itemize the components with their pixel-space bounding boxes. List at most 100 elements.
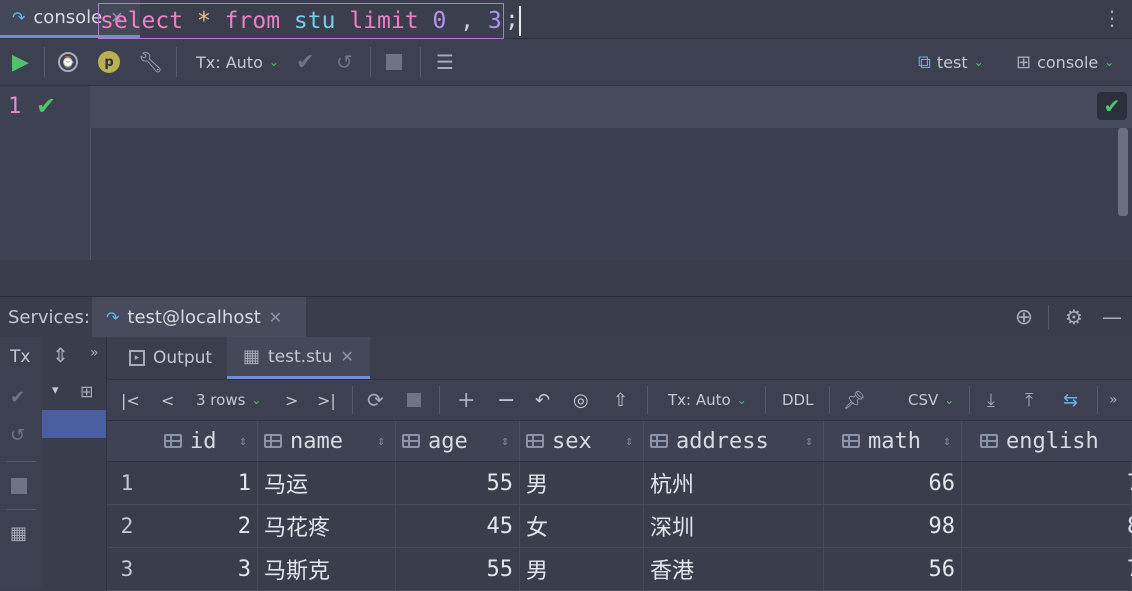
table-header-row: id ⇕ name ⇕ age ⇕ sex ⇕ address ⇕ math ⇕ engli… bbox=[107, 421, 1132, 462]
run-button[interactable]: ▶ bbox=[12, 39, 29, 85]
revert-icon[interactable]: ↶ bbox=[535, 380, 550, 420]
delete-row-icon[interactable]: − bbox=[497, 380, 515, 420]
history-button[interactable]: ⌚ bbox=[58, 39, 78, 85]
sort-icon[interactable]: ⇕ bbox=[501, 434, 509, 449]
stop-icon[interactable] bbox=[11, 478, 27, 494]
sort-icon[interactable]: ⇕ bbox=[943, 434, 951, 449]
datasource-icon: ⧉ bbox=[918, 51, 931, 73]
cell-address[interactable]: 深圳 bbox=[644, 505, 824, 547]
service-tab-label: test@localhost bbox=[127, 306, 261, 328]
sort-icon[interactable]: ⇕ bbox=[805, 434, 813, 449]
cell-id[interactable]: 1 bbox=[147, 462, 258, 504]
tx-short-label: Tx bbox=[10, 347, 31, 367]
output-layout-button[interactable]: ☰ bbox=[436, 39, 454, 85]
service-tab[interactable]: ↷ test@localhost ✕ bbox=[92, 297, 306, 337]
cell-sex[interactable]: 女 bbox=[520, 505, 644, 547]
cell-english[interactable]: 77 bbox=[962, 548, 1132, 590]
tx-mode-dropdown[interactable]: Tx: Auto ⌄ bbox=[668, 380, 747, 420]
rollback-icon[interactable]: ↺ bbox=[10, 425, 25, 446]
export-format-dropdown[interactable]: CSV ⌄ bbox=[908, 380, 954, 420]
commit-icon[interactable]: ✔ bbox=[10, 387, 25, 408]
cell-name[interactable]: 马运 bbox=[258, 462, 396, 504]
tx-dropdown[interactable]: Tx bbox=[10, 347, 30, 367]
result-grid[interactable]: id ⇕ name ⇕ age ⇕ sex ⇕ address ⇕ math ⇕ engli… bbox=[107, 421, 1132, 591]
sql-token: from bbox=[224, 8, 281, 34]
minimize-icon[interactable]: — bbox=[1100, 305, 1124, 329]
crosshair-icon[interactable]: ⊕ bbox=[1012, 305, 1036, 330]
last-page-icon[interactable]: >| bbox=[317, 380, 336, 420]
tab-output[interactable]: ▸ Output bbox=[129, 337, 212, 379]
cell-sex[interactable]: 男 bbox=[520, 462, 644, 504]
session-dropdown[interactable]: ⊞ console ⌄ bbox=[1016, 39, 1114, 85]
close-icon[interactable]: ✕ bbox=[269, 308, 282, 327]
cell-english[interactable]: 87 bbox=[962, 505, 1132, 547]
gear-icon[interactable]: ⚙ bbox=[1062, 305, 1086, 329]
column-header[interactable]: english bbox=[974, 421, 1132, 461]
toolbar-separator bbox=[439, 386, 440, 414]
cell-sex[interactable]: 男 bbox=[520, 548, 644, 590]
editor-scrollbar[interactable] bbox=[1118, 128, 1128, 216]
cell-age[interactable]: 55 bbox=[396, 462, 520, 504]
cell-math[interactable]: 66 bbox=[824, 462, 962, 504]
cell-age[interactable]: 55 bbox=[396, 548, 520, 590]
cell-name[interactable]: 马斯克 bbox=[258, 548, 396, 590]
expand-more-icon[interactable]: » bbox=[1109, 380, 1118, 420]
cell-id[interactable]: 3 bbox=[147, 548, 258, 590]
sort-icon[interactable]: ⇕ bbox=[625, 434, 633, 449]
inspection-ok-icon[interactable]: ✔ bbox=[1097, 92, 1127, 120]
first-page-icon[interactable]: |< bbox=[121, 380, 140, 420]
add-row-icon[interactable]: + bbox=[457, 380, 475, 420]
collapse-all-icon[interactable]: ⇕ bbox=[52, 343, 69, 367]
compare-icon[interactable]: ⇆ bbox=[1063, 380, 1078, 420]
session-node-icon[interactable]: ⊞ bbox=[80, 382, 93, 401]
sort-icon[interactable]: ⇕ bbox=[377, 434, 385, 449]
submit-icon[interactable]: ⇧ bbox=[613, 380, 628, 420]
cell-english[interactable]: 78 bbox=[962, 462, 1132, 504]
cell-age[interactable]: 45 bbox=[396, 505, 520, 547]
table-row[interactable]: 1 1 马运 55 男 杭州 66 78 bbox=[107, 462, 1132, 505]
column-header-label: math bbox=[868, 428, 921, 454]
cell-name[interactable]: 马花疼 bbox=[258, 505, 396, 547]
sort-icon[interactable]: ⇕ bbox=[239, 434, 247, 449]
explain-plan-button[interactable]: p bbox=[98, 39, 120, 85]
rows-dropdown[interactable]: 3 rows ⌄ bbox=[196, 380, 261, 420]
rollback-button[interactable]: ↺ bbox=[336, 39, 353, 85]
column-header[interactable]: name ⇕ bbox=[258, 421, 396, 461]
next-page-icon[interactable]: > bbox=[285, 380, 298, 420]
more-options-icon[interactable]: ⋮ bbox=[1102, 8, 1122, 28]
pin-icon[interactable]: 📌︎ bbox=[843, 380, 866, 420]
rows-label: 3 rows bbox=[196, 391, 246, 409]
sql-statement[interactable]: select * from stu limit 0 , 3 bbox=[98, 3, 504, 39]
table-row[interactable]: 2 2 马花疼 45 女 深圳 98 87 bbox=[107, 505, 1132, 548]
tx-mode-dropdown[interactable]: Tx: Auto ⌄ bbox=[196, 39, 279, 85]
table-row[interactable]: 3 3 马斯克 55 男 香港 56 77 bbox=[107, 548, 1132, 591]
column-header[interactable]: sex ⇕ bbox=[520, 421, 644, 461]
download-icon[interactable]: ⤓ bbox=[987, 380, 995, 420]
ddl-button[interactable]: DDL bbox=[782, 380, 813, 420]
cell-address[interactable]: 杭州 bbox=[644, 462, 824, 504]
datasource-dropdown[interactable]: ⧉ test ⌄ bbox=[918, 39, 984, 85]
view-changes-icon[interactable]: ◎ bbox=[573, 380, 589, 420]
column-header[interactable]: id ⇕ bbox=[158, 421, 258, 461]
settings-button[interactable]: 🔧︎ bbox=[138, 39, 163, 85]
cell-math[interactable]: 56 bbox=[824, 548, 962, 590]
chevron-down-icon[interactable]: ▾ bbox=[52, 383, 59, 398]
commit-button[interactable]: ✔ bbox=[296, 39, 314, 85]
layout-icon[interactable]: ▦ bbox=[10, 523, 27, 544]
expand-more-icon[interactable]: » bbox=[90, 345, 99, 361]
sql-editor[interactable]: 1 ✔ bbox=[0, 86, 1132, 260]
refresh-icon[interactable]: ⟳ bbox=[367, 380, 384, 420]
cell-math[interactable]: 98 bbox=[824, 505, 962, 547]
stop-button[interactable] bbox=[386, 39, 402, 85]
cell-address[interactable]: 香港 bbox=[644, 548, 824, 590]
upload-icon[interactable]: ⤒ bbox=[1025, 380, 1033, 420]
cell-id[interactable]: 2 bbox=[147, 505, 258, 547]
column-header[interactable]: age ⇕ bbox=[396, 421, 520, 461]
column-header[interactable]: address ⇕ bbox=[644, 421, 824, 461]
stop-button[interactable] bbox=[407, 380, 421, 420]
close-icon[interactable]: ✕ bbox=[340, 347, 353, 366]
tab-table-result[interactable]: ▦ test.stu ✕ bbox=[227, 337, 370, 379]
previous-page-icon[interactable]: < bbox=[161, 380, 174, 420]
column-header[interactable]: math ⇕ bbox=[836, 421, 962, 461]
